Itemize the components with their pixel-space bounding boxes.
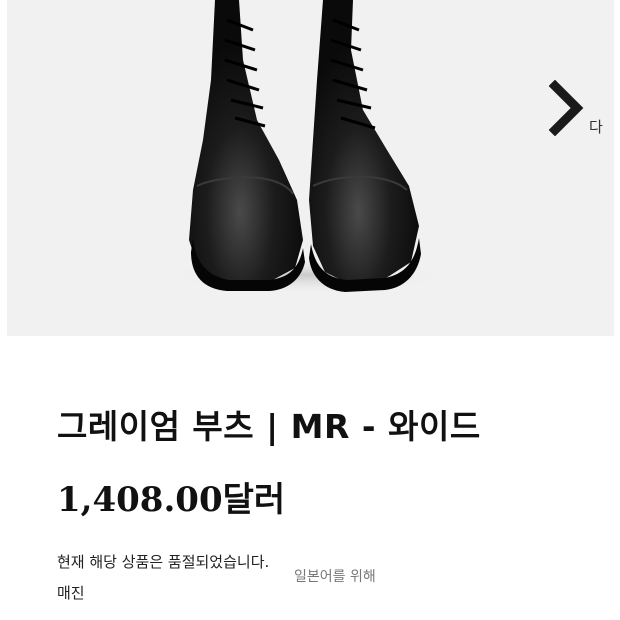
stock-status: 현재 해당 상품은 품절되었습니다. bbox=[57, 553, 270, 571]
sold-out-label: 매진 bbox=[57, 584, 85, 602]
chevron-right-icon bbox=[549, 80, 584, 136]
next-image-button[interactable]: 다 bbox=[543, 78, 613, 138]
product-price: 1,408.00달러 bbox=[57, 480, 286, 520]
translation-overlay: 일본어를 위해 bbox=[294, 569, 376, 585]
next-label: 다 bbox=[589, 118, 603, 136]
product-title: 그레이엄 부츠 | MR - 와이드 bbox=[57, 407, 481, 446]
boots-image bbox=[167, 0, 447, 295]
product-image[interactable]: 다 bbox=[7, 0, 614, 336]
